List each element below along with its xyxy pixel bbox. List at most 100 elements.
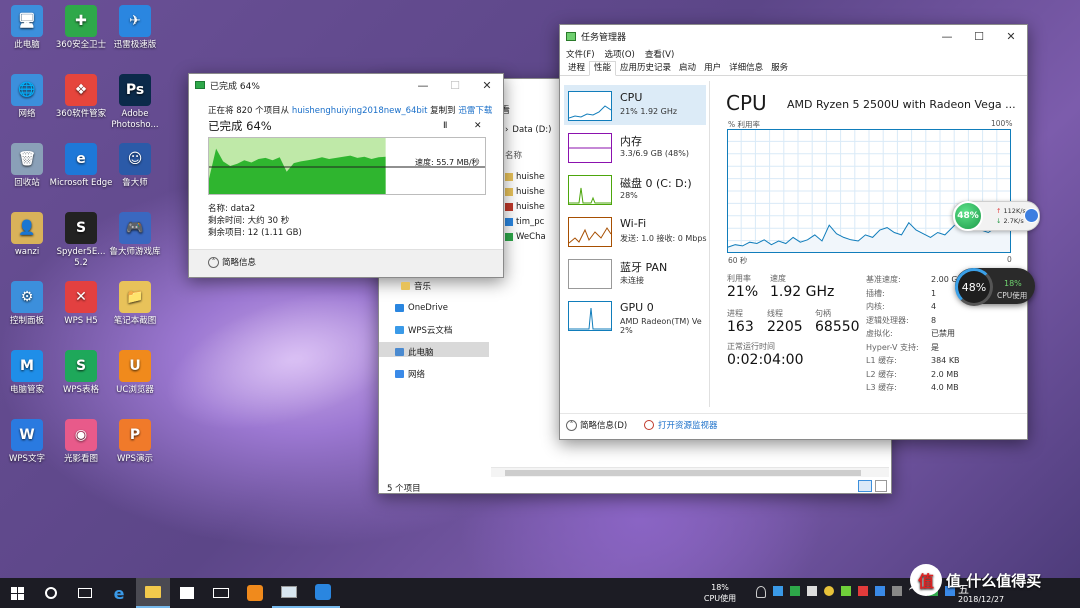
app-icon: ✕ bbox=[65, 281, 97, 313]
tm-tab[interactable]: 用户 bbox=[700, 62, 725, 75]
tm-titlebar[interactable]: 任务管理器 — ☐ ✕ bbox=[560, 25, 1027, 47]
nav-item[interactable]: 网络 bbox=[389, 363, 489, 385]
file-name: huishenghu bbox=[516, 171, 545, 182]
perf-sidebar-item[interactable]: Wi-Fi 发送: 1.0 接收: 0 Mbps bbox=[564, 211, 707, 251]
tm-tab[interactable]: 性能 bbox=[589, 61, 617, 76]
file-row[interactable]: tim_pc bbox=[505, 214, 545, 229]
pause-button[interactable]: Ⅱ bbox=[443, 121, 447, 131]
address-bar[interactable]: › Data (D:) bbox=[505, 123, 561, 137]
close-button[interactable]: ✕ bbox=[995, 30, 1027, 43]
app-icon: 📁 bbox=[119, 281, 151, 313]
tiles-view-icon[interactable] bbox=[875, 480, 887, 492]
desktop-icon[interactable]: 🎮 鲁大师游戏库 bbox=[103, 212, 167, 258]
spec-label: 插槽: bbox=[866, 288, 885, 298]
tm-tab[interactable]: 应用历史记录 bbox=[616, 62, 675, 75]
tray-app-icon[interactable] bbox=[858, 586, 868, 596]
file-row[interactable]: huishenghu bbox=[505, 199, 545, 214]
tray-app-icon[interactable] bbox=[841, 586, 851, 596]
menu-item[interactable]: 文件(F) bbox=[566, 48, 595, 60]
perf-sidebar-item[interactable]: 内存 3.3/6.9 GB (48%) bbox=[564, 127, 706, 167]
desktop-icon-label: UC浏览器 bbox=[116, 385, 154, 395]
desktop-icon[interactable]: ✈ 迅雷极速版 bbox=[103, 5, 167, 51]
address-text: Data (D:) bbox=[512, 125, 552, 135]
desktop-icon[interactable]: P WPS演示 bbox=[103, 419, 167, 465]
task-view-button[interactable] bbox=[68, 578, 102, 608]
tray-app-icon[interactable] bbox=[773, 586, 783, 596]
taskbar-uc[interactable] bbox=[238, 578, 272, 608]
minimize-button[interactable]: — bbox=[931, 30, 963, 43]
dialog-titlebar[interactable]: 已完成 64% — ☐ ✕ bbox=[189, 74, 503, 96]
perf-item-detail: 21% 1.92 GHz bbox=[620, 107, 678, 116]
file-row[interactable]: huishenghu bbox=[505, 184, 545, 199]
close-button[interactable]: ✕ bbox=[471, 79, 503, 92]
tm-tab[interactable]: 服务 bbox=[767, 62, 792, 75]
nav-item[interactable]: WPS云文档 bbox=[389, 319, 489, 341]
start-button[interactable] bbox=[0, 578, 34, 608]
tray-app-icon[interactable] bbox=[824, 586, 834, 596]
mail-icon bbox=[213, 588, 229, 598]
task-manager-window[interactable]: 任务管理器 — ☐ ✕ 文件(F) 选项(O) 查看(V) 进程 性能 应用历史记录 启动… bbox=[559, 24, 1028, 440]
nav-icon bbox=[395, 304, 404, 312]
file-icon bbox=[505, 187, 513, 196]
menu-item[interactable]: 查看(V) bbox=[645, 48, 674, 60]
desktop-icon[interactable]: 📁 笔记本截图 bbox=[103, 281, 167, 327]
util-label: 利用率 bbox=[727, 274, 751, 283]
details-view-icon[interactable] bbox=[858, 480, 872, 492]
maximize-button[interactable]: ☐ bbox=[963, 30, 995, 43]
tm-tab[interactable]: 进程 bbox=[564, 62, 589, 75]
menu-item[interactable]: 选项(O) bbox=[605, 48, 635, 60]
perf-sidebar-item[interactable]: 蓝牙 PAN 未连接 bbox=[564, 253, 706, 293]
threads-value: 2205 bbox=[767, 319, 803, 335]
dest-link[interactable]: 迅雷下载 bbox=[458, 106, 492, 116]
desktop-icon[interactable]: Ps Adobe Photosho... bbox=[103, 74, 167, 131]
taskbar-store[interactable] bbox=[170, 578, 204, 608]
tm-tab[interactable]: 详细信息 bbox=[725, 62, 767, 75]
taskbar-explorer[interactable] bbox=[136, 578, 170, 608]
nav-item[interactable]: 此电脑 bbox=[389, 341, 489, 363]
tray-app-icon[interactable] bbox=[875, 586, 885, 596]
tm-footer bbox=[560, 413, 1027, 439]
taskbar-mail[interactable] bbox=[204, 578, 238, 608]
taskbar-thunder[interactable] bbox=[306, 578, 340, 608]
rocket-icon[interactable] bbox=[1024, 208, 1039, 223]
cancel-copy-button[interactable]: ✕ bbox=[474, 121, 482, 131]
tm-tab[interactable]: 启动 bbox=[675, 62, 700, 75]
maximize-button[interactable]: ☐ bbox=[439, 79, 471, 92]
copy-progress-dialog[interactable]: 已完成 64% — ☐ ✕ 正在将 820 个项目从 huishenghuiyi… bbox=[188, 73, 504, 278]
source-link[interactable]: huishenghuiying2018new_64bit bbox=[292, 106, 428, 116]
stat-processes: 进程 163 bbox=[727, 308, 754, 335]
fewer-details-button[interactable]: ˄ 简略信息(D) bbox=[566, 419, 627, 431]
tray-app-icon[interactable] bbox=[892, 586, 902, 596]
taskbar-edge[interactable]: e bbox=[102, 578, 136, 608]
tray-app-icon[interactable] bbox=[790, 586, 800, 596]
perf-sidebar-item[interactable]: CPU 21% 1.92 GHz bbox=[564, 85, 706, 125]
mini-graph bbox=[569, 260, 611, 288]
file-icon bbox=[505, 217, 513, 226]
file-row[interactable]: huishenghu bbox=[505, 169, 545, 184]
column-header-name[interactable]: 名称 bbox=[505, 149, 522, 161]
perf-sidebar-item[interactable]: GPU 0 AMD Radeon(TM) Ve 2% bbox=[564, 295, 706, 335]
perf-sidebar-item[interactable]: 磁盘 0 (C: D:) 28% bbox=[564, 169, 706, 209]
threads-label: 线程 bbox=[767, 309, 783, 318]
tray-app-icon[interactable] bbox=[807, 586, 817, 596]
people-icon[interactable] bbox=[756, 586, 766, 598]
memory-ball[interactable]: 48% bbox=[953, 201, 983, 231]
task-view-icon bbox=[78, 588, 92, 598]
taskbar-task-manager[interactable] bbox=[272, 578, 306, 608]
nav-item[interactable]: 音乐 bbox=[389, 275, 489, 297]
app-icon: M bbox=[11, 350, 43, 382]
desktop-icon[interactable]: U UC浏览器 bbox=[103, 350, 167, 396]
desktop-icon[interactable]: ☺ 鲁大师 bbox=[103, 143, 167, 189]
file-row[interactable]: WeChatSe bbox=[505, 229, 545, 244]
nav-item[interactable]: OneDrive bbox=[389, 297, 489, 319]
cpu-model: AMD Ryzen 5 2500U with Radeon Vega ... bbox=[787, 98, 1016, 111]
search-button[interactable] bbox=[34, 578, 68, 608]
less-details-button[interactable]: ˄ 简略信息 bbox=[208, 256, 256, 268]
open-resource-monitor-link[interactable]: 打开资源监视器 bbox=[644, 419, 718, 431]
chevron-up-icon: ˄ bbox=[208, 256, 219, 268]
minimize-button[interactable]: — bbox=[407, 79, 439, 92]
stat-threads: 线程 2205 bbox=[767, 308, 803, 335]
time-remaining: 剩余时间: 大约 30 秒 bbox=[208, 216, 290, 226]
horizontal-scrollbar[interactable] bbox=[491, 467, 889, 477]
taskbar-cpu-indicator[interactable]: 18% CPU使用 bbox=[700, 582, 740, 604]
